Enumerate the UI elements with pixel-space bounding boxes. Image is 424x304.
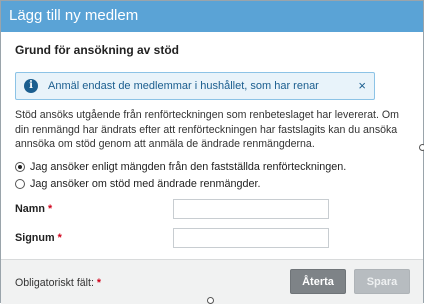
radio-button[interactable] xyxy=(15,179,25,189)
signum-label-text: Signum xyxy=(15,232,55,244)
close-icon[interactable]: × xyxy=(358,78,366,93)
option-label: Jag ansöker om stöd med ändrade renmängd… xyxy=(30,178,261,190)
dialog-titlebar: Lägg till ny medlem xyxy=(1,1,423,32)
required-mark: * xyxy=(48,203,53,215)
radio-button-checked[interactable] xyxy=(15,162,25,172)
info-message: Anmäl endast de medlemmar i hushållet, s… xyxy=(48,80,319,92)
required-note-text: Obligatoriskt fält: xyxy=(15,277,94,289)
back-button[interactable]: Återta xyxy=(290,269,346,294)
required-mark: * xyxy=(96,277,101,289)
required-mark: * xyxy=(57,232,62,244)
section-title: Grund för ansökning av stöd xyxy=(15,43,180,57)
description-text: Stöd ansöks utgående från renförteckning… xyxy=(15,109,399,150)
name-label-text: Namn xyxy=(15,203,45,215)
signum-label: Signum * xyxy=(15,232,62,244)
resize-handle-right[interactable] xyxy=(419,144,424,151)
signum-input[interactable] xyxy=(173,228,329,248)
info-icon: i xyxy=(24,79,38,93)
info-banner: i Anmäl endast de medlemmar i hushållet,… xyxy=(15,72,375,100)
name-label: Namn * xyxy=(15,203,52,215)
option-fixed-register[interactable]: Jag ansöker enligt mängden från den fast… xyxy=(15,161,346,173)
name-input[interactable] xyxy=(173,199,329,219)
dialog-title: Lägg till ny medlem xyxy=(9,7,139,24)
save-button[interactable]: Spara xyxy=(354,269,410,294)
add-member-dialog: Lägg till ny medlem Grund för ansökning … xyxy=(0,0,424,304)
option-label: Jag ansöker enligt mängden från den fast… xyxy=(30,161,347,173)
required-note: Obligatoriskt fält: * xyxy=(15,277,101,289)
option-changed-amounts[interactable]: Jag ansöker om stöd med ändrade renmängd… xyxy=(15,178,260,190)
